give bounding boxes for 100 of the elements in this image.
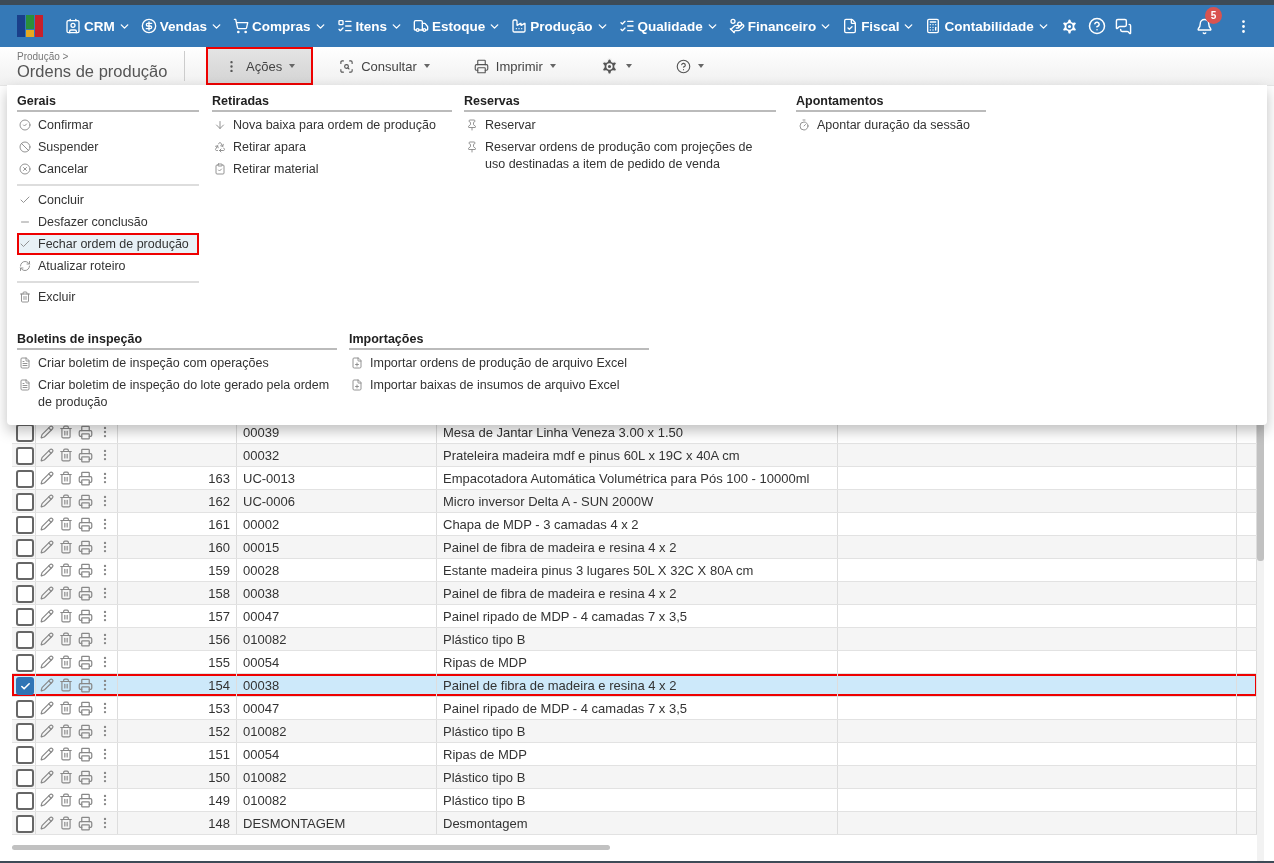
edit-icon[interactable]	[40, 425, 54, 439]
menu-item[interactable]: Retirar apara	[212, 136, 452, 158]
trash-icon[interactable]	[59, 609, 73, 623]
row-checkbox[interactable]	[16, 792, 34, 810]
table-row[interactable]: 163 UC-0013 Empacotadora Automática Volumétrica para Pós 100 - 10000ml	[12, 467, 1257, 490]
row-checkbox[interactable]	[16, 700, 34, 718]
trash-icon[interactable]	[59, 563, 73, 577]
notifications-bell-icon[interactable]	[1196, 17, 1213, 35]
printer-icon[interactable]	[78, 562, 93, 578]
edit-icon[interactable]	[40, 494, 54, 508]
row-checkbox[interactable]	[16, 677, 34, 695]
menu-item[interactable]: Apontar duração da sessão	[796, 114, 986, 136]
edit-icon[interactable]	[40, 770, 54, 784]
printer-icon[interactable]	[78, 815, 93, 831]
table-row[interactable]: 156 010082 Plástico tipo B	[12, 628, 1257, 651]
nav-menu-item[interactable]: Itens	[336, 18, 404, 34]
printer-icon[interactable]	[78, 792, 93, 808]
edit-icon[interactable]	[40, 816, 54, 830]
menu-item[interactable]: Confirmar	[17, 114, 199, 136]
menu-item[interactable]: Importar ordens de produção de arquivo Excel	[349, 352, 649, 374]
row-checkbox[interactable]	[16, 723, 34, 741]
chat-icon[interactable]	[1114, 17, 1132, 35]
row-checkbox[interactable]	[16, 562, 34, 580]
printer-icon[interactable]	[78, 723, 93, 739]
printer-icon[interactable]	[78, 424, 93, 440]
menu-item[interactable]: Excluir	[17, 286, 199, 308]
trash-icon[interactable]	[59, 471, 73, 485]
table-row[interactable]: 162 UC-0006 Micro inversor Delta A - SUN 2000W	[12, 490, 1257, 513]
printer-icon[interactable]	[78, 631, 93, 647]
printer-icon[interactable]	[78, 539, 93, 555]
trash-icon[interactable]	[59, 494, 73, 508]
row-checkbox[interactable]	[16, 470, 34, 488]
horizontal-scrollbar[interactable]	[12, 845, 610, 850]
nav-menu-item[interactable]: CRM	[65, 18, 131, 34]
row-checkbox[interactable]	[16, 493, 34, 511]
nav-menu-item[interactable]: Produção	[511, 18, 609, 34]
toolbar-button[interactable]: Ações	[206, 47, 314, 85]
menu-item[interactable]: Nova baixa para ordem de produção	[212, 114, 452, 136]
printer-icon[interactable]	[78, 585, 93, 601]
menu-item[interactable]: Retirar material	[212, 158, 452, 180]
row-checkbox[interactable]	[16, 539, 34, 557]
menu-item[interactable]: Importar baixas de insumos de arquivo Excel	[349, 374, 649, 396]
edit-icon[interactable]	[40, 448, 54, 462]
printer-icon[interactable]	[78, 608, 93, 624]
help-icon[interactable]	[1087, 17, 1106, 35]
trash-icon[interactable]	[59, 540, 73, 554]
trash-icon[interactable]	[59, 586, 73, 600]
trash-icon[interactable]	[59, 425, 73, 439]
table-row[interactable]: 148 DESMONTAGEM Desmontagem	[12, 812, 1257, 835]
table-row[interactable]: 149 010082 Plástico tipo B	[12, 789, 1257, 812]
menu-item[interactable]: Criar boletim de inspeção com operações	[17, 352, 337, 374]
table-row[interactable]: 151 00054 Ripas de MDP	[12, 743, 1257, 766]
menu-item[interactable]: Fechar ordem de produção	[17, 233, 199, 255]
trash-icon[interactable]	[59, 632, 73, 646]
printer-icon[interactable]	[78, 493, 93, 509]
table-row[interactable]: 161 00002 Chapa de MDP - 3 camadas 4 x 2	[12, 513, 1257, 536]
row-checkbox[interactable]	[16, 447, 34, 465]
printer-icon[interactable]	[78, 447, 93, 463]
row-checkbox[interactable]	[16, 608, 34, 626]
printer-icon[interactable]	[78, 470, 93, 486]
trash-icon[interactable]	[59, 793, 73, 807]
menu-item[interactable]: Concluir	[17, 189, 199, 211]
edit-icon[interactable]	[40, 609, 54, 623]
nav-menu-item[interactable]: Fiscal	[842, 18, 916, 34]
edit-icon[interactable]	[40, 632, 54, 646]
nav-menu-item[interactable]: Compras	[233, 18, 327, 34]
printer-icon[interactable]	[78, 677, 93, 693]
printer-icon[interactable]	[78, 654, 93, 670]
edit-icon[interactable]	[40, 517, 54, 531]
menu-item[interactable]: Criar boletim de inspeção do lote gerado pela ordem de produção	[17, 374, 337, 413]
table-row[interactable]: 158 00038 Painel de fibra de madeira e resina 4 x 2	[12, 582, 1257, 605]
table-row[interactable]: 152 010082 Plástico tipo B	[12, 720, 1257, 743]
menu-item[interactable]: Reservar	[464, 114, 776, 136]
toolbar-button[interactable]: Imprimir	[455, 47, 574, 85]
row-checkbox[interactable]	[16, 746, 34, 764]
table-row[interactable]: 160 00015 Painel de fibra de madeira e resina 4 x 2	[12, 536, 1257, 559]
nav-menu-item[interactable]: Financeiro	[728, 18, 833, 34]
edit-icon[interactable]	[40, 747, 54, 761]
row-checkbox[interactable]	[16, 631, 34, 649]
nav-menu-item[interactable]: Contabilidade	[925, 18, 1050, 34]
trash-icon[interactable]	[59, 517, 73, 531]
menu-item[interactable]: Desfazer conclusão	[17, 211, 199, 233]
edit-icon[interactable]	[40, 586, 54, 600]
menu-item[interactable]: Suspender	[17, 136, 199, 158]
nav-menu-item[interactable]: Qualidade	[618, 18, 719, 34]
table-row[interactable]: 00032 Prateleira madeira mdf e pinus 60L x 19C x 40A cm	[12, 444, 1257, 467]
printer-icon[interactable]	[78, 700, 93, 716]
trash-icon[interactable]	[59, 816, 73, 830]
row-checkbox[interactable]	[16, 654, 34, 672]
edit-icon[interactable]	[40, 724, 54, 738]
trash-icon[interactable]	[59, 747, 73, 761]
table-row[interactable]: 155 00054 Ripas de MDP	[12, 651, 1257, 674]
nav-menu-item[interactable]: Estoque	[413, 18, 502, 34]
edit-icon[interactable]	[40, 563, 54, 577]
row-checkbox[interactable]	[16, 585, 34, 603]
edit-icon[interactable]	[40, 540, 54, 554]
edit-icon[interactable]	[40, 678, 54, 692]
trash-icon[interactable]	[59, 448, 73, 462]
toolbar-button[interactable]: Consultar	[321, 47, 448, 85]
menu-item[interactable]: Cancelar	[17, 158, 199, 180]
